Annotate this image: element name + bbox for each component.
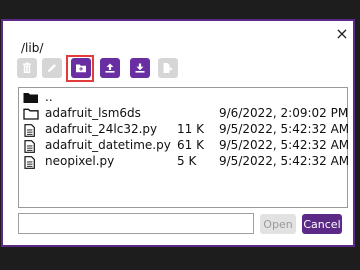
current-path: /lib/	[21, 41, 44, 55]
file-date: 9/5/2022, 5:42:32 AM	[219, 154, 350, 168]
file-date: 9/5/2022, 5:42:32 AM	[219, 138, 350, 152]
file-dialog: × /lib/ .. adafruit_lsm6ds 9/6/2022, 2:0…	[1, 19, 355, 247]
download-icon	[135, 63, 145, 73]
file-size: 5 K	[177, 154, 197, 168]
file-list: .. adafruit_lsm6ds 9/6/2022, 2:09:02 PM …	[18, 87, 350, 208]
file-name: adafruit_datetime.py	[45, 138, 171, 152]
file-name: neopixel.py	[45, 154, 115, 168]
upload-button[interactable]	[100, 58, 120, 78]
list-item[interactable]: adafruit_lsm6ds 9/6/2022, 2:09:02 PM	[19, 106, 349, 123]
cancel-button[interactable]: Cancel	[302, 214, 342, 234]
list-item[interactable]: adafruit_24lc32.py 11 K 9/5/2022, 5:42:3…	[19, 122, 350, 138]
list-item[interactable]: adafruit_datetime.py 61 K 9/5/2022, 5:42…	[19, 138, 350, 154]
file-name: adafruit_24lc32.py	[45, 122, 158, 136]
file-size: 11 K	[177, 122, 204, 136]
filename-input[interactable]	[18, 213, 254, 234]
rename-button[interactable]	[42, 58, 62, 78]
upload-icon	[105, 63, 115, 73]
file-icon	[23, 156, 37, 172]
open-button[interactable]: Open	[260, 214, 296, 234]
trash-icon	[23, 62, 31, 73]
move-button[interactable]	[158, 58, 178, 78]
file-size: 61 K	[177, 138, 204, 152]
folder-icon	[23, 92, 39, 107]
close-button[interactable]: ×	[335, 26, 349, 42]
list-item[interactable]: neopixel.py 5 K 9/5/2022, 5:42:32 AM	[19, 154, 350, 172]
file-date: 9/6/2022, 2:09:02 PM	[219, 106, 349, 120]
new-folder-icon	[76, 64, 86, 73]
list-item[interactable]: ..	[19, 90, 347, 106]
new-folder-button[interactable]	[71, 58, 91, 78]
file-date: 9/5/2022, 5:42:32 AM	[219, 122, 350, 136]
file-name: adafruit_lsm6ds	[45, 106, 141, 120]
delete-button[interactable]	[17, 58, 37, 78]
download-button[interactable]	[130, 58, 150, 78]
move-file-icon	[163, 63, 173, 73]
pencil-icon	[48, 64, 56, 72]
file-name: ..	[45, 90, 53, 104]
folder-icon	[23, 108, 39, 123]
